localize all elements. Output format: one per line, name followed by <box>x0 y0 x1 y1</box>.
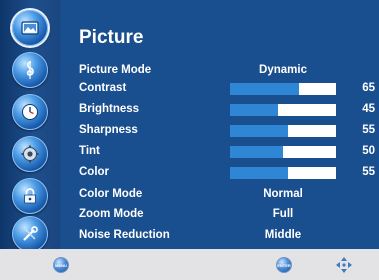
menu-row-noise-reduction[interactable]: Noise Reduction Middle <box>60 227 379 244</box>
color-value: 55 <box>362 166 375 178</box>
menu-row-brightness[interactable]: Brightness 45 <box>60 101 379 118</box>
menu-row-contrast[interactable]: Contrast 65 <box>60 80 379 97</box>
dpad-arrows-icon <box>335 256 353 274</box>
menu-row-sharpness[interactable]: Sharpness 55 <box>60 122 379 139</box>
row-label: Zoom Mode <box>79 208 144 220</box>
sharpness-value: 55 <box>362 124 375 136</box>
clock-icon[interactable] <box>12 94 48 130</box>
picture-menu-panel: Picture Picture Mode Dynamic Contrast 65… <box>60 0 379 249</box>
slider-fill <box>230 125 289 137</box>
row-label: Brightness <box>79 103 140 115</box>
audio-icon[interactable] <box>12 52 48 88</box>
row-label: Noise Reduction <box>79 229 170 241</box>
menu-row-tint[interactable]: Tint 50 <box>60 143 379 160</box>
menu-row-zoom-mode[interactable]: Zoom Mode Full <box>60 206 379 223</box>
tint-value: 50 <box>362 145 375 157</box>
color-slider[interactable] <box>230 167 336 179</box>
menu-row-color[interactable]: Color 55 <box>60 164 379 181</box>
contrast-value: 65 <box>362 82 375 94</box>
slider-fill <box>230 146 283 158</box>
enter-button-text: ENTER <box>277 262 291 268</box>
button-hint-bar: MENU ENTER <box>0 249 379 280</box>
menu-button-hint: MENU <box>53 257 69 273</box>
picture-icon[interactable] <box>12 10 48 46</box>
row-label: Picture Mode <box>79 64 152 76</box>
row-label: Sharpness <box>79 124 138 136</box>
zoom-mode-value: Full <box>272 208 294 220</box>
slider-fill <box>230 104 278 116</box>
menu-row-color-mode[interactable]: Color Mode Normal <box>60 186 379 203</box>
enter-button-hint: ENTER <box>276 257 292 273</box>
color-mode-value: Normal <box>263 188 303 200</box>
menu-row-picture-mode[interactable]: Picture Mode Dynamic <box>60 62 379 79</box>
menu-button-text: MENU <box>55 262 67 268</box>
page-title: Picture <box>79 27 144 48</box>
lock-icon[interactable] <box>12 178 48 214</box>
slider-fill <box>230 167 289 179</box>
brightness-value: 45 <box>362 103 375 115</box>
contrast-slider[interactable] <box>230 83 336 95</box>
sharpness-slider[interactable] <box>230 125 336 137</box>
picture-mode-value: Dynamic <box>259 64 307 76</box>
tv-osd-screen: Picture Picture Mode Dynamic Contrast 65… <box>0 0 379 280</box>
row-label: Tint <box>79 145 100 157</box>
row-label: Color Mode <box>79 188 143 200</box>
row-label: Contrast <box>79 82 127 94</box>
settings-icon[interactable] <box>12 136 48 172</box>
brightness-slider[interactable] <box>230 104 336 116</box>
tint-slider[interactable] <box>230 146 336 158</box>
menu-button-icon: MENU <box>53 257 69 273</box>
slider-fill <box>230 83 299 95</box>
category-sidebar <box>0 0 60 252</box>
row-label: Color <box>79 166 110 178</box>
tools-icon[interactable] <box>12 216 48 252</box>
enter-button-icon: ENTER <box>276 257 292 273</box>
noise-reduction-value: Middle <box>264 229 302 241</box>
